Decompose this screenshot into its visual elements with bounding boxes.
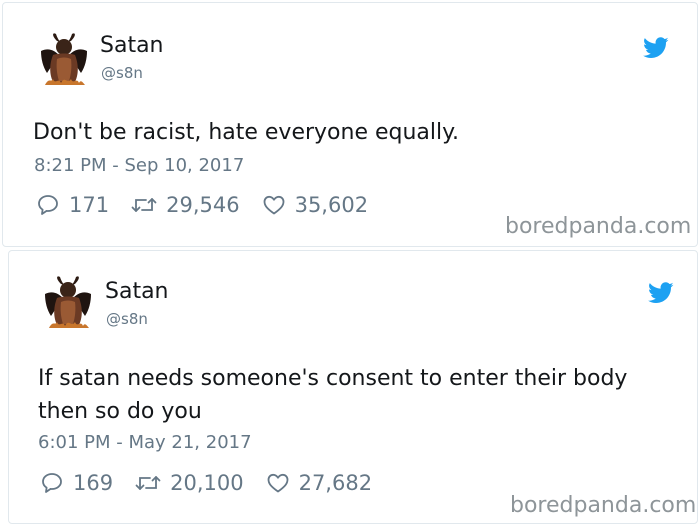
twitter-bird-icon[interactable]	[643, 37, 669, 59]
watermark: boredpanda.com	[510, 493, 697, 518]
handle[interactable]: @s8n	[101, 64, 143, 82]
action-bar: 169 20,100 27,682	[40, 471, 394, 495]
timestamp[interactable]: 6:01 PM - May 21, 2017	[38, 432, 252, 453]
reply-count: 171	[69, 193, 110, 217]
retweet-count: 20,100	[170, 471, 244, 495]
heart-icon	[267, 473, 288, 493]
reply-button[interactable]: 171	[36, 193, 109, 217]
like-button[interactable]: 35,602	[262, 193, 368, 217]
heart-icon	[263, 195, 284, 215]
reply-icon	[38, 195, 58, 215]
tweet-card[interactable]: Satan @s8n Don't be racist, hate everyon…	[2, 2, 698, 247]
like-count: 35,602	[294, 193, 369, 217]
display-name[interactable]: Satan	[105, 279, 169, 304]
tweet-text: If satan needs someone's consent to ente…	[38, 366, 628, 424]
avatar[interactable]	[39, 33, 89, 89]
action-bar: 171 29,546 35,602	[36, 193, 390, 217]
like-button[interactable]: 27,682	[266, 471, 372, 495]
display-name[interactable]: Satan	[100, 33, 164, 58]
retweet-icon	[131, 198, 157, 212]
like-count: 27,682	[298, 471, 373, 495]
retweet-icon	[135, 476, 161, 490]
avatar[interactable]	[43, 276, 93, 332]
reply-count: 169	[73, 471, 114, 495]
handle[interactable]: @s8n	[106, 310, 148, 328]
reply-icon	[42, 473, 62, 493]
reply-button[interactable]: 169	[40, 471, 113, 495]
retweet-button[interactable]: 29,546	[131, 193, 240, 217]
retweet-button[interactable]: 20,100	[135, 471, 244, 495]
timestamp[interactable]: 8:21 PM - Sep 10, 2017	[34, 155, 244, 176]
tweet-text: Don't be racist, hate everyone equally.	[33, 120, 460, 145]
retweet-count: 29,546	[166, 193, 240, 217]
watermark: boredpanda.com	[505, 214, 692, 239]
twitter-bird-icon[interactable]	[648, 282, 674, 304]
tweet-card[interactable]: Satan @s8n If satan needs someone's cons…	[8, 250, 698, 524]
